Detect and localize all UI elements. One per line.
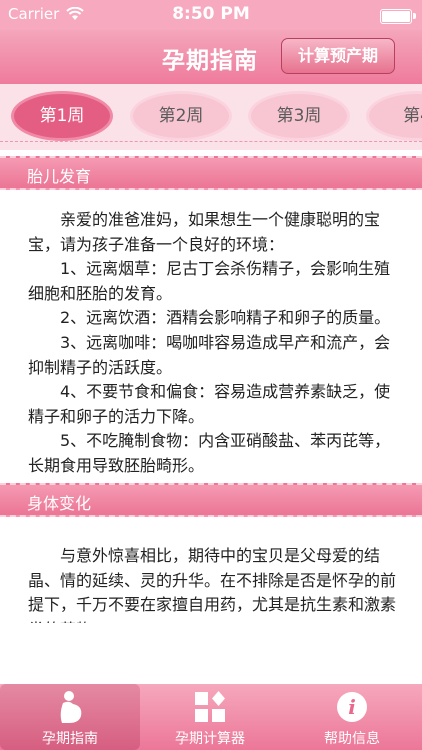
paragraph: 1、远离烟草：尼古丁会杀伤精子，会影响生殖细胞和胚胎的发育。: [28, 259, 391, 303]
paragraph: 4、不要节食和偏食：容易造成营养素缺乏，使精子和卵子的活力下降。: [28, 382, 391, 426]
calculate-due-date-button[interactable]: 计算预产期: [281, 38, 395, 74]
navigation-bar: 孕期指南 计算预产期: [0, 30, 422, 84]
calculator-icon: [195, 691, 225, 722]
paragraph: 与意外惊喜相比，期待中的宝贝是父母爱的结晶、情的延续、灵的升华。在不排除是否是怀…: [28, 546, 397, 623]
pregnant-icon: [60, 691, 82, 723]
week-tab-3[interactable]: 第3周: [251, 94, 347, 138]
tab-help-info[interactable]: i 帮助信息: [282, 684, 422, 750]
section-title: 胎儿发育: [27, 167, 92, 186]
section-body-fetal-development: 亲爱的准爸准妈，如果想生一个健康聪明的宝宝，请为孩子准备一个良好的环境： 1、远…: [28, 208, 400, 479]
status-bar: Carrier 8:50 PM: [0, 0, 422, 30]
week-tab-4[interactable]: 第4: [369, 94, 422, 138]
week-tab-1[interactable]: 第1周: [14, 94, 110, 138]
paragraph: 2、远离饮酒：酒精会影响精子和卵子的质量。: [60, 308, 391, 328]
section-title: 身体变化: [27, 494, 92, 513]
page-title: 孕期指南: [162, 48, 258, 74]
week-selector: 第1周 第2周 第3周 第4: [0, 84, 422, 150]
tab-label: 孕期指南: [42, 731, 98, 747]
section-header-fetal-development: 胎儿发育: [0, 156, 422, 190]
paragraph: 亲爱的准爸准妈，如果想生一个健康聪明的宝宝，请为孩子准备一个良好的环境：: [28, 210, 381, 254]
tab-bar: 孕期指南 孕期计算器 i 帮助信息: [0, 684, 422, 750]
battery-icon: [380, 9, 416, 24]
status-time: 8:50 PM: [172, 4, 250, 24]
svg-text:i: i: [348, 695, 356, 719]
info-icon: i: [337, 692, 367, 722]
tab-label: 帮助信息: [324, 731, 380, 747]
paragraph: 5、不吃腌制食物：内含亚硝酸盐、苯丙芘等，长期食用导致胚胎畸形。: [28, 431, 391, 475]
section-body-body-changes: 与意外惊喜相比，期待中的宝贝是父母爱的结晶、情的延续、灵的升华。在不排除是否是怀…: [28, 544, 400, 623]
section-header-body-changes: 身体变化: [0, 483, 422, 517]
tab-label: 孕期计算器: [175, 731, 245, 747]
tab-pregnancy-guide[interactable]: 孕期指南: [0, 684, 140, 750]
week-tab-2[interactable]: 第2周: [133, 94, 229, 138]
tab-pregnancy-calculator[interactable]: 孕期计算器: [140, 684, 280, 750]
paragraph: 3、远离咖啡：喝咖啡容易造成早产和流产，会抑制精子的活跃度。: [28, 332, 391, 377]
